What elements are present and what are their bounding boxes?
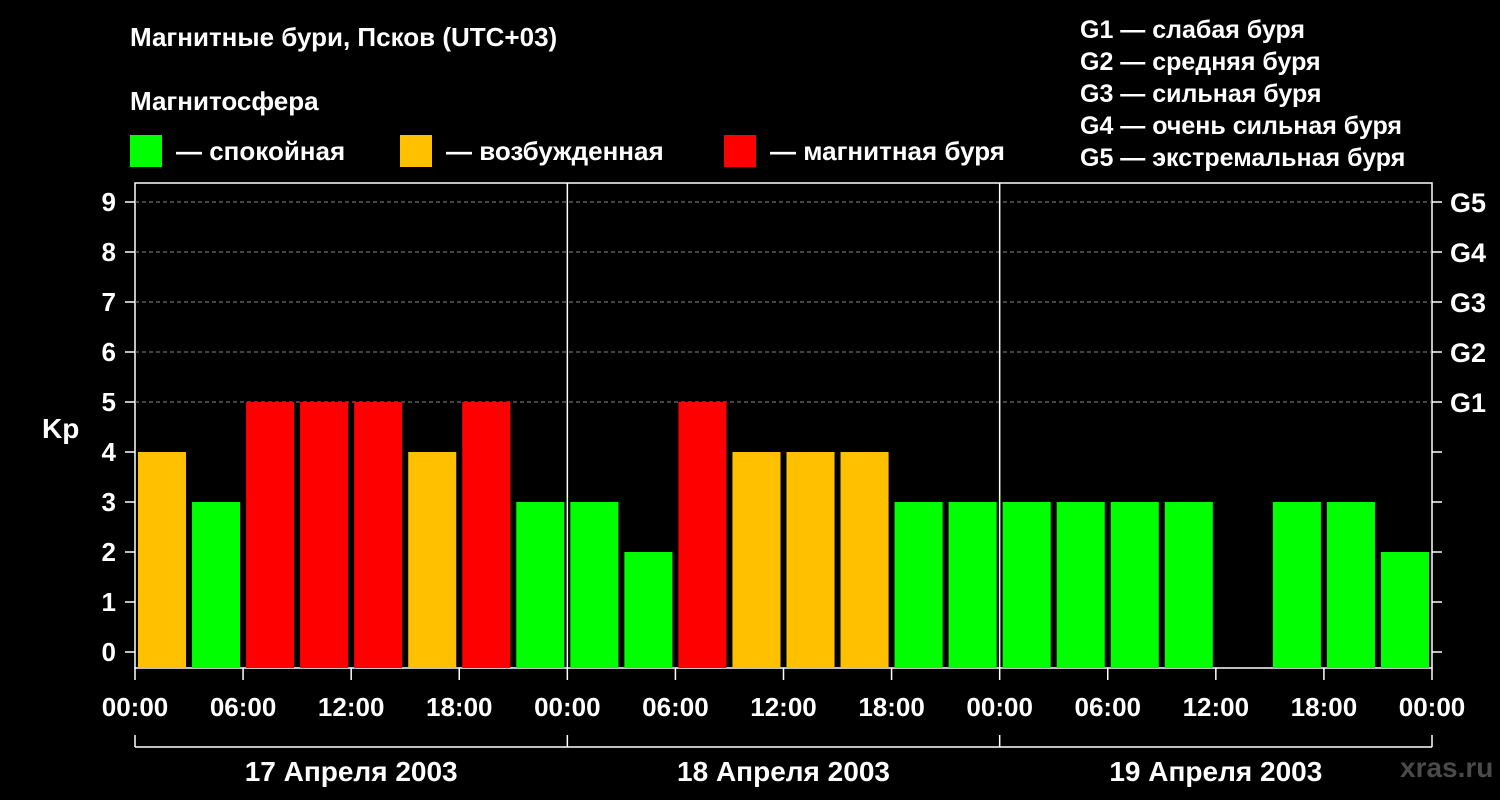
kp-bar xyxy=(192,502,241,668)
kp-bar xyxy=(948,502,997,668)
x-tick-label: 00:00 xyxy=(534,692,601,722)
y-tick-label: 0 xyxy=(102,637,116,667)
kp-bar xyxy=(462,402,511,668)
y-tick-label: 4 xyxy=(102,437,117,467)
x-tick-label: 12:00 xyxy=(318,692,385,722)
y-tick-label: 9 xyxy=(102,187,116,217)
x-tick-label: 06:00 xyxy=(1075,692,1142,722)
kp-bar xyxy=(354,402,403,668)
storm-level-label: G4 xyxy=(1450,238,1486,268)
y-tick-label: 1 xyxy=(102,587,116,617)
x-tick-label: 12:00 xyxy=(750,692,817,722)
kp-bar xyxy=(1002,502,1051,668)
x-tick-label: 12:00 xyxy=(1183,692,1250,722)
kp-bar xyxy=(1272,502,1321,668)
storm-level-label: G3 xyxy=(1450,288,1486,318)
x-tick-label: 06:00 xyxy=(642,692,709,722)
kp-bar xyxy=(1326,502,1375,668)
kp-bar xyxy=(1056,502,1105,668)
kp-bar xyxy=(894,502,943,668)
kp-bar xyxy=(732,452,781,668)
kp-bar xyxy=(570,502,619,668)
kp-bar xyxy=(1380,552,1429,668)
watermark: xras.ru xyxy=(1400,752,1494,783)
y-tick-label: 5 xyxy=(102,387,116,417)
y-tick-label: 8 xyxy=(102,237,116,267)
kp-bar xyxy=(408,452,457,668)
kp-bar xyxy=(300,402,349,668)
storm-level-label: G2 xyxy=(1450,338,1486,368)
kp-bar xyxy=(624,552,673,668)
kp-bar xyxy=(138,452,187,668)
kp-bar xyxy=(786,452,835,668)
kp-bar xyxy=(1110,502,1159,668)
x-tick-label: 00:00 xyxy=(102,692,169,722)
x-tick-label: 18:00 xyxy=(426,692,493,722)
day-label: 17 Апреля 2003 xyxy=(245,756,458,787)
kp-bar xyxy=(1164,502,1213,668)
x-tick-label: 18:00 xyxy=(858,692,925,722)
kp-bar xyxy=(516,502,565,668)
storm-level-label: G5 xyxy=(1450,188,1486,218)
x-tick-label: 00:00 xyxy=(966,692,1033,722)
day-label: 19 Апреля 2003 xyxy=(1109,756,1322,787)
y-axis-label: Kp xyxy=(42,413,79,444)
y-tick-label: 6 xyxy=(102,337,116,367)
storm-level-label: G1 xyxy=(1450,388,1486,418)
x-tick-label: 00:00 xyxy=(1399,692,1466,722)
y-tick-label: 2 xyxy=(102,537,116,567)
y-tick-label: 3 xyxy=(102,487,116,517)
kp-bar xyxy=(678,402,727,668)
kp-bar xyxy=(246,402,295,668)
day-label: 18 Апреля 2003 xyxy=(677,756,890,787)
kp-chart: 0 1 2 3 4 5 6 7 8 9 Kp G1 G2 G3 G4 G5 00:00 06:00 12:00 18:… xyxy=(42,182,1486,787)
y-tick-label: 7 xyxy=(102,287,116,317)
x-tick-label: 06:00 xyxy=(210,692,277,722)
kp-bar xyxy=(840,452,889,668)
x-tick-label: 18:00 xyxy=(1291,692,1358,722)
